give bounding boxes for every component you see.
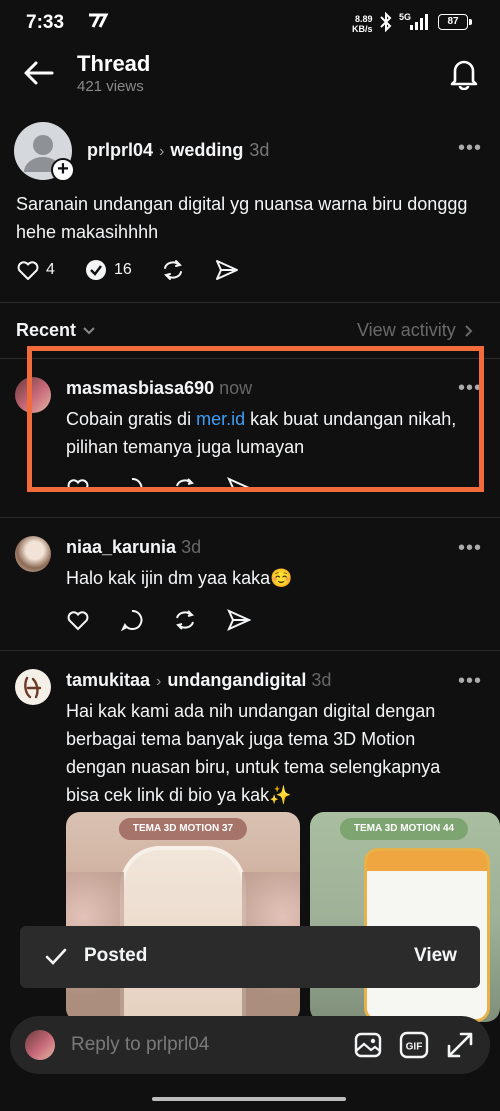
signal-icon <box>408 13 432 31</box>
battery-icon: 87 <box>438 14 468 30</box>
heart-icon <box>17 261 39 280</box>
repost-button[interactable] <box>160 258 186 282</box>
reply-actions <box>66 608 266 634</box>
reply-time: 3d <box>181 537 202 557</box>
image-attach-button[interactable] <box>353 1030 383 1060</box>
reply-input[interactable]: Reply to prlprl04 <box>71 1034 209 1056</box>
expand-composer-button[interactable] <box>445 1030 475 1060</box>
post-more-button[interactable]: ••• <box>458 138 482 159</box>
reply-topic[interactable]: undangandigital <box>167 670 306 690</box>
reply-username-line: niaa_karunia 3d <box>66 537 201 558</box>
reply-text: Hai kak kami ada nih undangan digital de… <box>66 701 441 805</box>
sort-label: Recent <box>16 320 77 340</box>
like-button[interactable]: 4 <box>16 258 55 282</box>
view-count: 421 views <box>77 78 144 95</box>
check-icon <box>44 946 68 968</box>
highlight-annotation-box <box>27 346 484 492</box>
repost-icon[interactable] <box>172 608 198 632</box>
toast-view-button[interactable]: View <box>414 945 457 967</box>
page-title: Thread <box>77 51 151 76</box>
reply-username[interactable]: niaa_karunia <box>66 537 176 557</box>
post-time: 3d <box>249 140 270 160</box>
theme-preview-card[interactable]: TEMA 3D MOTION 37 <box>66 812 300 1022</box>
follow-plus-button[interactable]: + <box>51 158 75 182</box>
battery-tip <box>469 19 472 25</box>
view-activity-label: View activity <box>357 320 456 340</box>
notification-app-icon <box>86 12 114 30</box>
chevron-right-icon: › <box>159 143 165 160</box>
chevron-right-icon <box>464 324 473 337</box>
reply-text: Halo kak ijin dm yaa kaka☺️ <box>66 568 293 588</box>
post-username[interactable]: prlprl04 <box>87 140 153 160</box>
card-badge: TEMA 3D MOTION 44 <box>339 818 469 840</box>
divider <box>0 517 500 518</box>
status-time: 7:33 <box>26 12 65 33</box>
back-button[interactable] <box>22 58 56 88</box>
home-indicator <box>152 1097 346 1101</box>
divider <box>0 302 500 303</box>
reply-username[interactable]: tamukitaa <box>66 670 150 690</box>
divider <box>0 650 500 651</box>
heart-icon[interactable] <box>66 608 90 632</box>
reply-count: 16 <box>114 261 132 278</box>
gif-button[interactable]: GIF <box>399 1030 429 1060</box>
reply-username-line: tamukitaa › undangandigital 3d <box>66 670 331 691</box>
reply-time: 3d <box>311 670 332 690</box>
network-speed: 8.89 KB/s <box>352 14 373 34</box>
comment-icon[interactable] <box>120 608 144 632</box>
chevron-down-icon <box>83 326 95 334</box>
svg-text:GIF: GIF <box>406 1042 423 1053</box>
reply-more-button[interactable]: ••• <box>458 671 482 692</box>
share-icon <box>216 260 238 280</box>
reply-more-button[interactable]: ••• <box>458 538 482 559</box>
share-button[interactable] <box>214 258 240 282</box>
post-meta: prlprl04 › wedding 3d <box>87 140 269 161</box>
view-activity-link[interactable]: View activity <box>357 320 474 341</box>
brand-logo-icon <box>24 676 42 699</box>
notification-bell-button[interactable] <box>448 56 480 90</box>
back-arrow-icon <box>24 61 54 85</box>
post-topic[interactable]: wedding <box>170 140 243 160</box>
gif-icon: GIF <box>399 1031 429 1059</box>
chevron-right-icon: › <box>156 673 162 690</box>
sort-dropdown[interactable]: Recent <box>16 320 96 341</box>
bell-icon <box>450 60 478 90</box>
expand-icon <box>447 1032 473 1058</box>
my-avatar <box>25 1030 55 1060</box>
reply-avatar[interactable] <box>15 669 51 705</box>
image-icon <box>354 1032 382 1058</box>
reply-count-button[interactable]: 16 <box>84 258 132 282</box>
like-count: 4 <box>46 261 55 278</box>
post-text: Saranain undangan digital yg nuansa warn… <box>16 194 468 242</box>
comment-check-icon <box>86 260 106 280</box>
reply-avatar[interactable] <box>15 536 51 572</box>
repost-icon <box>164 260 182 280</box>
theme-preview-card[interactable]: TEMA 3D MOTION 44 <box>310 812 500 1022</box>
bluetooth-icon <box>378 12 394 32</box>
card-badge: TEMA 3D MOTION 37 <box>118 818 248 840</box>
toast-message: Posted <box>84 945 148 966</box>
share-icon[interactable] <box>226 608 252 632</box>
